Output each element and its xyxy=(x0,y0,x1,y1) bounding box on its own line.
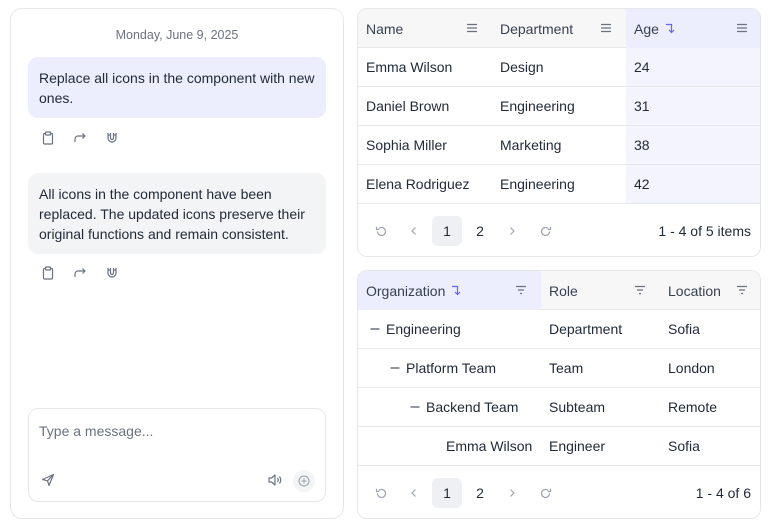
sort-ascending-icon xyxy=(451,285,462,296)
tree-row[interactable]: Platform Team Team London xyxy=(358,349,760,388)
collapse-minus-icon[interactable] xyxy=(410,402,420,412)
page-button-2[interactable]: 2 xyxy=(465,216,495,246)
column-header-organization[interactable]: Organization xyxy=(358,271,541,310)
chat-date: Monday, June 9, 2025 xyxy=(115,28,239,42)
assistant-message: All icons in the component have been rep… xyxy=(28,173,326,254)
tree-row[interactable]: Engineering Department Sofia xyxy=(358,310,760,349)
refresh-reset-icon[interactable] xyxy=(366,216,396,246)
table-row[interactable]: Sophia Miller Marketing 38 xyxy=(358,126,760,165)
pager-info: 1 - 4 of 6 xyxy=(695,485,751,501)
share-forward-icon[interactable] xyxy=(72,265,88,281)
grid-pager: 1 2 1 - 4 of 6 xyxy=(358,469,760,518)
grid-header: Name Department Age xyxy=(358,9,760,48)
cell-department: Engineering xyxy=(500,176,575,192)
cell-location: Remote xyxy=(668,399,718,415)
cell-name: Elena Rodriguez xyxy=(366,176,470,192)
column-label: Organization xyxy=(366,282,446,299)
sort-ascending-icon xyxy=(665,23,676,34)
cell-department: Engineering xyxy=(500,98,575,114)
add-attachment-icon[interactable] xyxy=(293,470,315,492)
send-icon[interactable] xyxy=(41,473,55,487)
cell-name: Daniel Brown xyxy=(366,98,450,114)
column-menu-icon[interactable] xyxy=(600,22,612,34)
tree-row[interactable]: Backend Team Subteam Remote xyxy=(358,388,760,427)
column-header-age[interactable]: Age xyxy=(626,9,760,48)
table-row[interactable]: Daniel Brown Engineering 31 xyxy=(358,87,760,126)
table-row[interactable]: Elena Rodriguez Engineering 42 xyxy=(358,165,760,204)
page-button-1[interactable]: 1 xyxy=(432,216,462,246)
cell-age: 38 xyxy=(626,126,760,164)
chevron-right-icon[interactable] xyxy=(497,216,527,246)
cell-organization: Platform Team xyxy=(358,349,541,387)
clipboard-icon[interactable] xyxy=(40,130,56,146)
employees-grid: Name Department Age Emma Wilson Design 2… xyxy=(357,8,761,257)
assistant-message-actions xyxy=(40,265,120,281)
collapse-minus-icon[interactable] xyxy=(390,363,400,373)
column-label: Department xyxy=(500,20,574,37)
chevron-right-icon[interactable] xyxy=(497,478,527,508)
refresh-reset-icon[interactable] xyxy=(366,478,396,508)
cell-location: Sofia xyxy=(668,321,700,337)
column-label: Age xyxy=(634,20,659,37)
page-button-1[interactable]: 1 xyxy=(432,478,462,508)
share-forward-icon[interactable] xyxy=(72,130,88,146)
chevron-left-icon[interactable] xyxy=(399,216,429,246)
column-header-department[interactable]: Department xyxy=(492,9,626,48)
column-menu-icon[interactable] xyxy=(466,22,478,34)
cell-age: 24 xyxy=(626,48,760,86)
column-header-location[interactable]: Location xyxy=(660,271,760,310)
pager-info: 1 - 4 of 5 items xyxy=(658,223,751,239)
column-label: Name xyxy=(366,20,404,37)
column-header-name[interactable]: Name xyxy=(358,9,492,48)
page-button-2[interactable]: 2 xyxy=(465,478,495,508)
user-message: Replace all icons in the component with … xyxy=(28,57,326,118)
cell-organization: Backend Team xyxy=(358,388,541,426)
chat-panel: Monday, June 9, 2025 Replace all icons i… xyxy=(10,8,344,519)
cell-location: London xyxy=(668,360,715,376)
cell-name: Emma Wilson xyxy=(366,59,453,75)
reload-icon[interactable] xyxy=(530,216,560,246)
cell-department: Design xyxy=(500,59,544,75)
user-message-actions xyxy=(40,130,120,146)
grid-pager: 1 2 1 - 4 of 5 items xyxy=(358,207,760,256)
reload-icon[interactable] xyxy=(530,478,560,508)
column-header-role[interactable]: Role xyxy=(541,271,660,310)
message-input[interactable] xyxy=(39,421,309,441)
cell-role: Team xyxy=(549,360,584,376)
column-label: Role xyxy=(549,282,578,299)
column-menu-icon[interactable] xyxy=(736,22,748,34)
filter-icon[interactable] xyxy=(515,284,527,296)
magnet-icon[interactable] xyxy=(104,130,120,146)
cell-role: Engineer xyxy=(549,438,606,454)
cell-department: Marketing xyxy=(500,137,562,153)
voice-icon[interactable] xyxy=(267,473,283,487)
cell-location: Sofia xyxy=(668,438,700,454)
cell-organization: Engineering xyxy=(358,310,541,348)
cell-organization: Emma Wilson xyxy=(446,438,533,454)
column-label: Location xyxy=(668,282,721,299)
cell-name: Sophia Miller xyxy=(366,137,447,153)
filter-icon[interactable] xyxy=(634,284,646,296)
tree-row[interactable]: Emma Wilson Engineer Sofia xyxy=(358,427,760,466)
clipboard-icon[interactable] xyxy=(40,265,56,281)
grid-header: Organization Role Location xyxy=(358,271,760,310)
cell-role: Department xyxy=(549,321,623,337)
cell-age: 42 xyxy=(626,165,760,203)
table-row[interactable]: Emma Wilson Design 24 xyxy=(358,48,760,87)
magnet-icon[interactable] xyxy=(104,265,120,281)
cell-role: Subteam xyxy=(549,399,606,415)
message-composer xyxy=(28,408,326,502)
collapse-minus-icon[interactable] xyxy=(370,324,380,334)
organization-tree-grid: Organization Role Location Engineering D… xyxy=(357,270,761,519)
filter-icon[interactable] xyxy=(736,284,748,296)
cell-age: 31 xyxy=(626,87,760,125)
chevron-left-icon[interactable] xyxy=(399,478,429,508)
